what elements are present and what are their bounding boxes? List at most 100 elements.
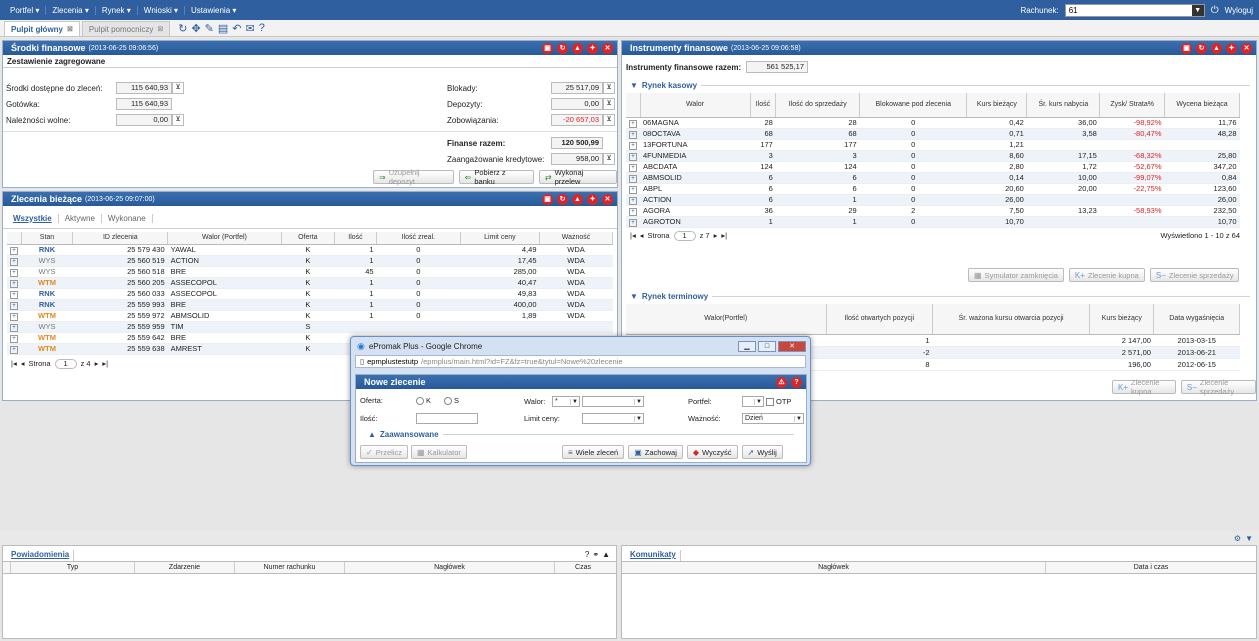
close-icon[interactable]: ⊠ — [67, 25, 73, 33]
table-row[interactable]: + ABCDATA 124 124 0 2,80 1,72 -52,67% 347,20 — [626, 161, 1240, 173]
col-header[interactable]: Nagłówek — [622, 562, 1046, 573]
undo-icon[interactable]: ↶ — [232, 22, 241, 35]
minimize-icon[interactable]: ▲ — [1211, 42, 1222, 54]
tab-pulpit-glowny[interactable]: Pulpit główny ⊠ — [4, 21, 80, 36]
table-row[interactable]: + RNK 25 559 993 BRE K 1 0 400,00 WDA — [7, 299, 613, 311]
col-header[interactable]: Walor(Portfel) — [626, 304, 827, 335]
table-row[interactable]: + ABMSOLID 6 6 0 0,14 10,00 -99,07% 0,84 — [626, 172, 1240, 184]
expand-row-icon[interactable]: + — [629, 174, 637, 183]
settings-icon[interactable]: ✦ — [587, 193, 598, 205]
power-icon[interactable]: ⏻ — [1211, 5, 1219, 16]
refresh-icon[interactable]: ↻ — [557, 193, 568, 205]
tab-active[interactable]: Aktywne — [59, 213, 102, 223]
edit-icon[interactable]: ✎ — [205, 22, 214, 35]
help-icon[interactable]: ? — [259, 22, 265, 35]
page-input[interactable]: 1 — [673, 230, 696, 241]
print-icon[interactable]: ▣ — [1181, 42, 1192, 54]
close-icon[interactable]: ⊠ — [157, 25, 163, 33]
table-row[interactable]: + RNK 25 579 430 YAWAL K 1 0 4,49 WDA — [7, 244, 613, 256]
account-select[interactable]: 61 ▼ — [1064, 3, 1205, 17]
table-row[interactable]: + ABPL 6 6 0 20,60 20,00 -22,75% 123,60 — [626, 183, 1240, 195]
binoculars-icon[interactable]: ⚭ — [592, 550, 599, 559]
col-header[interactable]: Ilość zreal. — [376, 232, 461, 245]
details-icon[interactable]: ⊻ — [603, 153, 615, 165]
maximize-window-icon[interactable]: □ — [758, 340, 776, 352]
minimize-window-icon[interactable]: ▁ — [738, 340, 756, 352]
refresh-icon[interactable]: ↻ — [178, 22, 187, 35]
portfel-select[interactable]: ▼ — [742, 396, 764, 407]
menu-zlecenia[interactable]: Zlecenia ▾ — [46, 5, 96, 15]
menu-ustawienia[interactable]: Ustawienia ▾ — [185, 6, 242, 15]
col-header[interactable]: Czas — [555, 562, 611, 573]
expand-row-icon[interactable]: + — [629, 130, 637, 139]
settings-icon[interactable]: ✦ — [587, 42, 598, 54]
otp-checkbox[interactable] — [766, 397, 774, 406]
chevron-up-icon[interactable]: ▲ — [602, 550, 610, 559]
first-page-icon[interactable]: |◂ — [11, 359, 17, 368]
minimize-icon[interactable]: ▲ — [572, 193, 583, 205]
table-row[interactable]: +13FORTUNA 177 177 0 1,21 — [626, 139, 1240, 151]
table-row[interactable]: + WYS 25 560 518 BRE K 45 0 285,00 WDA — [7, 266, 613, 278]
col-header[interactable]: Walor — [640, 93, 751, 118]
table-row[interactable]: + WYS 25 559 959 TIM S — [7, 321, 613, 333]
settings-icon[interactable]: ✦ — [1226, 42, 1237, 54]
page-input[interactable]: 1 — [54, 358, 77, 369]
tab-executed[interactable]: Wykonane — [102, 213, 153, 223]
expand-row-icon[interactable]: + — [629, 141, 637, 150]
expand-row-icon[interactable]: + — [10, 345, 18, 354]
logout-link[interactable]: Wyloguj — [1225, 6, 1253, 15]
tab-all[interactable]: Wszystkie — [7, 213, 59, 223]
print-icon[interactable]: ▣ — [542, 42, 553, 54]
futures-sell-button[interactable]: S− Zlecenie sprzedaży — [1180, 378, 1256, 396]
make-transfer-button[interactable]: ⇄ Wykonaj przelew — [538, 168, 617, 186]
tab-messages[interactable]: Komunikaty — [626, 550, 681, 561]
menu-portfel[interactable]: Portfel ▾ — [4, 5, 47, 15]
cash-market-section[interactable]: ▼ Rynek kasowy — [622, 81, 1256, 90]
col-header[interactable]: Limit ceny — [460, 232, 541, 245]
prev-page-icon[interactable]: ◂ — [640, 231, 644, 240]
table-row[interactable]: +08OCTAVA 68 68 0 0,71 3,58 -80,47% 48,28 — [626, 128, 1240, 140]
col-header[interactable]: Ilość do sprzedaży — [775, 93, 861, 118]
expand-row-icon[interactable]: + — [10, 334, 18, 343]
walor-filter-select[interactable]: * ▼ — [552, 396, 580, 407]
col-header[interactable]: Data i czas — [1046, 562, 1256, 573]
tab-pulpit-pomocniczy[interactable]: Pulpit pomocniczy ⊠ — [81, 21, 171, 36]
last-page-icon[interactable]: ▸| — [721, 231, 727, 240]
settings-icon[interactable]: ⚙ — [1234, 534, 1241, 543]
minimize-icon[interactable]: ▲ — [572, 42, 583, 54]
send-button[interactable]: ➚ Wyślij — [741, 445, 783, 459]
table-row[interactable]: +4FUNMEDIA 3 3 0 8,60 17,15 -68,32% 25,80 — [626, 150, 1240, 162]
offer-k-radio[interactable] — [416, 396, 424, 405]
col-header[interactable]: Oferta — [281, 232, 335, 245]
col-header[interactable]: Data wygaśnięcia — [1153, 304, 1240, 335]
expand-row-icon[interactable]: + — [629, 185, 637, 194]
next-page-icon[interactable]: ▸ — [95, 359, 99, 368]
expand-row-icon[interactable]: + — [629, 152, 637, 161]
tab-notifications[interactable]: Powiadomienia — [7, 550, 75, 561]
table-row[interactable]: + WTM 25 560 205 ASSECOPOL K 1 0 40,47 WDA — [7, 277, 613, 289]
mail-icon[interactable]: ✉ — [246, 22, 255, 35]
offer-s-radio[interactable] — [444, 396, 452, 405]
col-header[interactable]: ID zlecenia — [72, 232, 169, 245]
col-header[interactable]: Ilość otwartych pozycji — [826, 304, 934, 335]
table-row[interactable]: + ACTION 6 1 0 26,00 26,00 — [626, 194, 1240, 206]
advanced-section[interactable]: ▲ Zaawansowane — [360, 430, 800, 439]
calculator-button[interactable]: ▦ Kalkulator — [410, 445, 467, 459]
col-header[interactable]: Kurs bieżący — [966, 93, 1028, 118]
expand-row-icon[interactable]: + — [629, 196, 637, 205]
details-icon[interactable]: ⊻ — [603, 82, 615, 94]
clear-button[interactable]: ◆ Wyczyść — [686, 445, 738, 459]
move-icon[interactable]: ✥ — [191, 22, 200, 35]
menu-rynek[interactable]: Rynek ▾ — [96, 5, 138, 15]
col-header[interactable]: Ważność — [539, 232, 613, 245]
col-header[interactable]: Walor (Portfel) — [167, 232, 282, 245]
expand-row-icon[interactable]: + — [10, 257, 18, 266]
close-simulator-button[interactable]: ▦ Symulator zamknięcia — [968, 268, 1064, 282]
details-icon[interactable]: ⊻ — [172, 114, 184, 126]
validity-select[interactable]: Dzień ▼ — [742, 413, 804, 424]
details-icon[interactable]: ⊻ — [172, 82, 184, 94]
refresh-icon[interactable]: ↻ — [557, 42, 568, 54]
menu-wnioski[interactable]: Wnioski ▾ — [138, 5, 186, 15]
expand-row-icon[interactable]: + — [10, 268, 18, 277]
help-icon[interactable]: ? — [585, 550, 589, 559]
